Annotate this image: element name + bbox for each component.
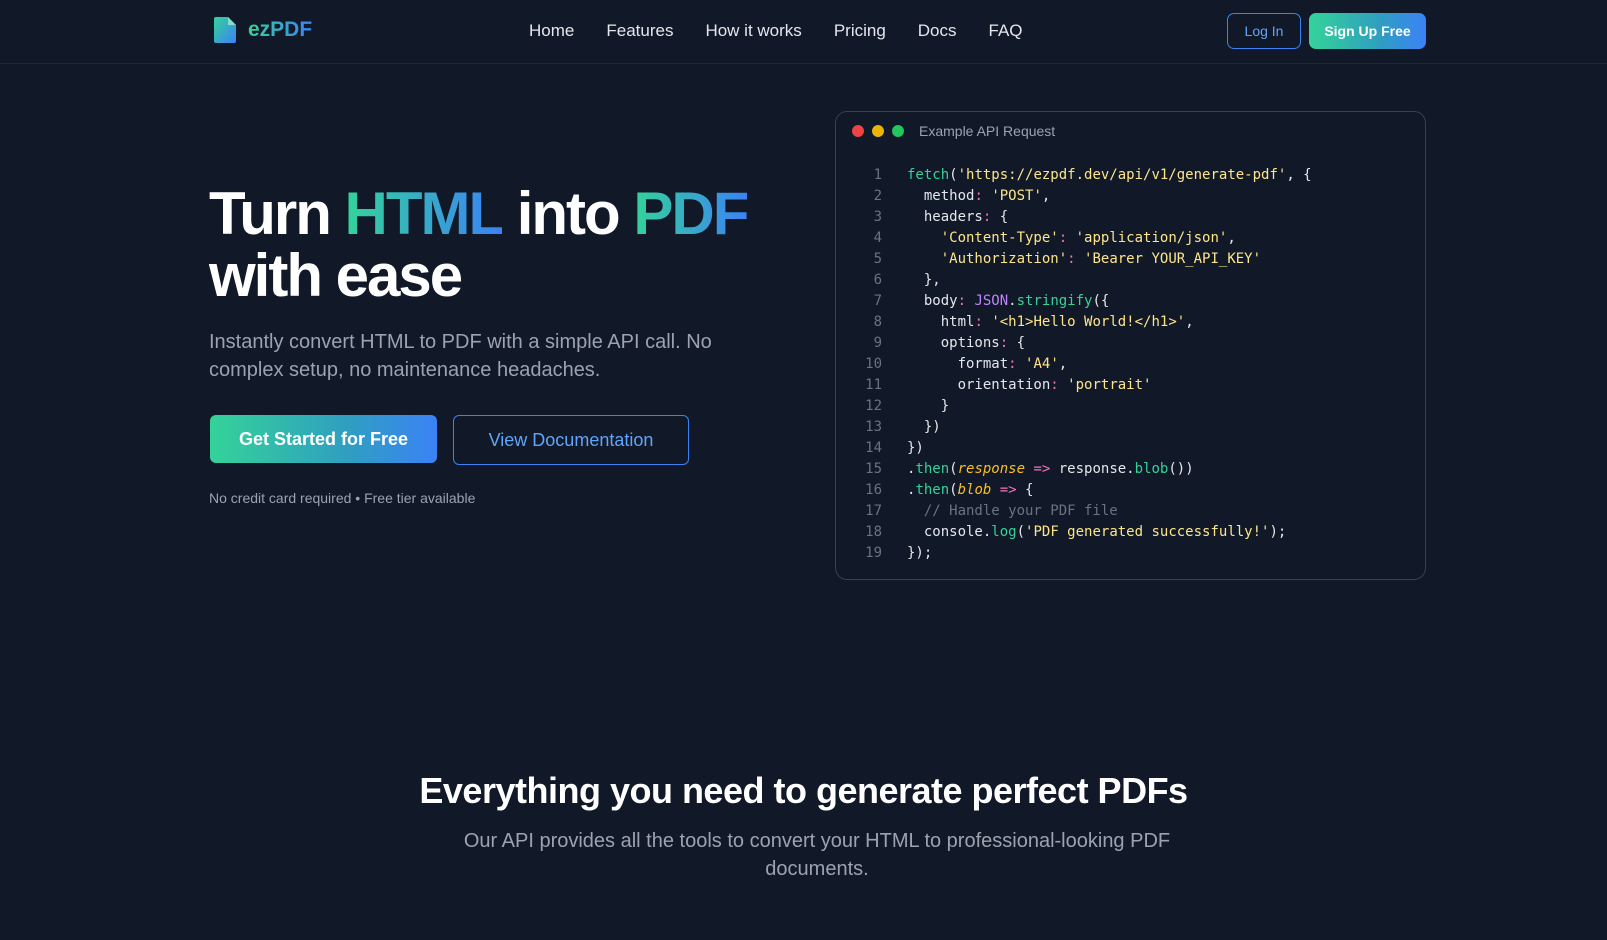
code-line: 15 .then(response => response.blob()) — [836, 459, 1425, 480]
line-number: 17 — [865, 503, 882, 519]
code-text: headers: { — [923, 209, 1009, 225]
features-subtitle: Our API provides all the tools to conver… — [463, 830, 1171, 880]
nav-link-how-it-works[interactable]: How it works — [705, 21, 801, 41]
code-line: 1 fetch('https://ezpdf.dev/api/v1/generat… — [836, 165, 1425, 186]
code-line: 3 headers: { — [836, 207, 1425, 228]
line-number: 12 — [865, 398, 882, 414]
code-line: 19}); — [836, 543, 1425, 564]
code-line: 18 console.log('PDF generated successful… — [836, 522, 1425, 543]
code-text: } — [907, 398, 950, 414]
nav-links: Home Features How it works Pricing Docs … — [529, 21, 1023, 41]
file-icon — [214, 17, 236, 43]
nav-link-home[interactable]: Home — [529, 21, 574, 41]
code-text: format: 'A4', — [957, 356, 1068, 372]
top-nav: ezPDF Home Features How it works Pricing… — [0, 0, 1607, 64]
line-number: 2 — [873, 188, 882, 204]
code-text: .then(response => response.blob()) — [907, 461, 1194, 477]
view-documentation-button[interactable]: View Documentation — [453, 415, 689, 465]
code-line: 11 orientation: 'portrait' — [836, 375, 1425, 396]
hero-title-part3: with ease — [209, 242, 463, 309]
code-line: 2 method: 'POST', — [836, 186, 1425, 207]
line-number: 4 — [873, 230, 882, 246]
line-number: 9 — [873, 335, 882, 351]
brand-logo[interactable]: ezPDF — [214, 17, 312, 43]
hero-title-html: HTML — [344, 180, 505, 247]
code-line: 17 // Handle your PDF file — [836, 501, 1425, 522]
code-text: options: { — [940, 335, 1026, 351]
code-line: 14}) — [836, 438, 1425, 459]
login-button[interactable]: Log In — [1227, 13, 1301, 49]
line-number: 5 — [873, 251, 882, 267]
maximize-dot — [892, 125, 904, 137]
code-card-title: Example API Request — [919, 123, 1056, 139]
code-text: body: JSON.stringify({ — [923, 293, 1110, 309]
code-text: 'Content-Type': 'application/json', — [940, 230, 1236, 246]
code-line: 10 format: 'A4', — [836, 354, 1425, 375]
line-number: 8 — [873, 314, 882, 330]
line-number: 3 — [873, 209, 882, 225]
line-number: 7 — [873, 293, 882, 309]
code-line: 7 body: JSON.stringify({ — [836, 291, 1425, 312]
line-number: 11 — [865, 377, 882, 393]
code-text: html: '<h1>Hello World!</h1>', — [940, 314, 1194, 330]
hero-note: No credit card required • Free tier avai… — [209, 490, 476, 506]
line-number: 14 — [865, 440, 882, 456]
brand-name: ezPDF — [248, 18, 313, 41]
code-line: 12 } — [836, 396, 1425, 417]
code-text: }); — [907, 545, 933, 561]
code-text: orientation: 'portrait' — [957, 377, 1152, 393]
line-number: 15 — [865, 461, 882, 477]
code-block: 1 fetch('https://ezpdf.dev/api/v1/generat… — [836, 165, 1425, 564]
line-number: 10 — [865, 356, 882, 372]
code-text: console.log('PDF generated successfully!… — [907, 524, 1287, 540]
code-text: }, — [907, 272, 941, 288]
features-title: Everything you need to generate perfect … — [419, 770, 1188, 811]
code-text: .then(blob => { — [907, 482, 1034, 498]
code-line: 5 'Authorization': 'Bearer YOUR_API_KEY' — [836, 249, 1425, 270]
get-started-button[interactable]: Get Started for Free — [210, 415, 437, 463]
hero-subtitle: Instantly convert HTML to PDF with a sim… — [209, 331, 712, 381]
line-number: 18 — [865, 524, 882, 540]
hero-title-part2: into — [502, 180, 634, 247]
nav-link-faq[interactable]: FAQ — [989, 21, 1023, 41]
hero-title-part1: Turn — [209, 180, 345, 247]
line-number: 19 — [865, 545, 882, 561]
code-text: 'Authorization': 'Bearer YOUR_API_KEY' — [940, 251, 1262, 267]
nav-link-features[interactable]: Features — [606, 21, 673, 41]
close-dot — [852, 125, 864, 137]
code-line: 16 .then(blob => { — [836, 480, 1425, 501]
nav-link-pricing[interactable]: Pricing — [834, 21, 886, 41]
code-line: 9 options: { — [836, 333, 1425, 354]
window-controls — [852, 125, 904, 137]
minimize-dot — [872, 125, 884, 137]
line-number: 6 — [873, 272, 882, 288]
code-text: }) — [907, 440, 924, 456]
code-example-card: Example API Request 1 fetch('https://ezpd… — [835, 111, 1426, 580]
line-number: 16 — [865, 482, 882, 498]
hero-title-pdf: PDF — [633, 180, 749, 247]
code-text: fetch('https://ezpdf.dev/api/v1/generate… — [907, 167, 1312, 183]
code-text: }) — [907, 419, 941, 435]
hero-title: Turn HTML into PDF with ease — [209, 183, 799, 307]
code-line: 13 }) — [836, 417, 1425, 438]
nav-link-docs[interactable]: Docs — [918, 21, 957, 41]
line-number: 1 — [873, 167, 882, 183]
line-number: 13 — [865, 419, 882, 435]
signup-button[interactable]: Sign Up Free — [1309, 13, 1426, 49]
code-line: 6 }, — [836, 270, 1425, 291]
code-line: 4 'Content-Type': 'application/json', — [836, 228, 1425, 249]
code-text: // Handle your PDF file — [923, 503, 1118, 519]
code-text: method: 'POST', — [923, 188, 1051, 204]
code-line: 8 html: '<h1>Hello World!</h1>', — [836, 312, 1425, 333]
